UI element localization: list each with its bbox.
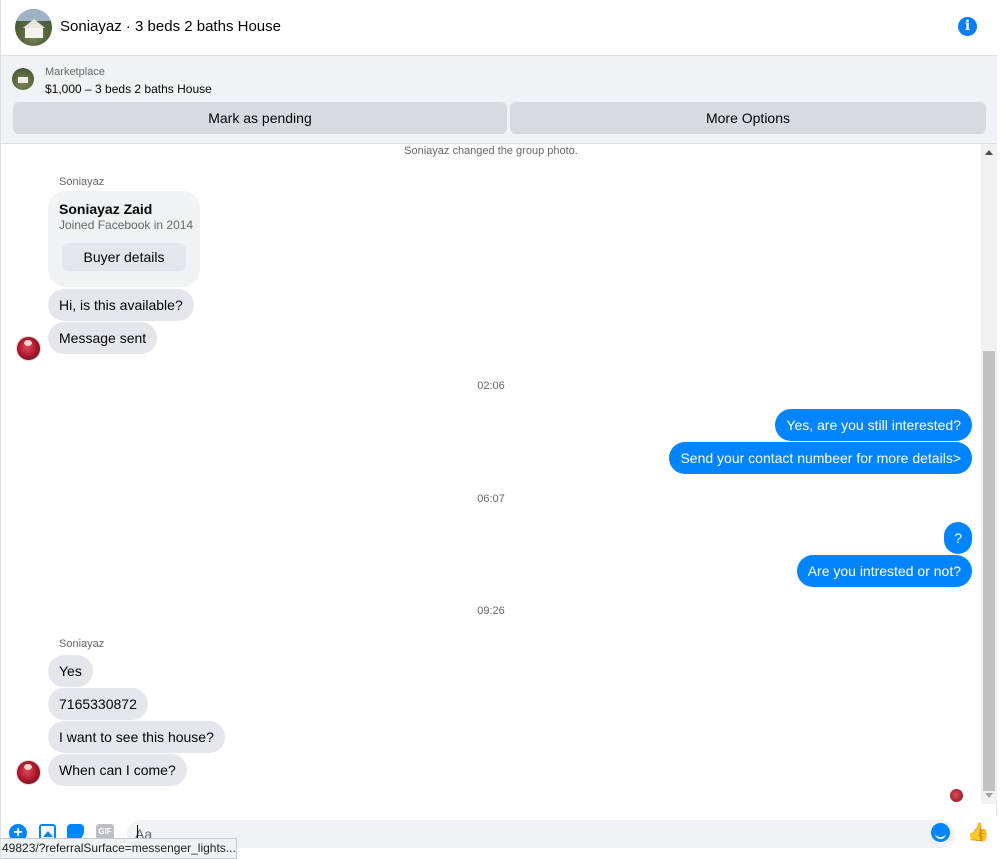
conversation-header: Soniayaz · 3 beds 2 baths House i — [1, 0, 997, 56]
message-incoming[interactable]: I want to see this house? — [48, 721, 225, 753]
message-outgoing[interactable]: ? — [944, 522, 972, 554]
message-incoming[interactable]: Message sent — [48, 322, 158, 354]
message-incoming[interactable]: Yes — [48, 655, 93, 687]
message-thread[interactable]: Soniayaz changed the group photo. Soniay… — [1, 144, 981, 816]
messenger-window: Soniayaz · 3 beds 2 baths House i Market… — [0, 0, 997, 859]
more-options-button[interactable]: More Options — [510, 102, 986, 134]
timestamp: 02:06 — [477, 380, 505, 392]
listing-avatar[interactable] — [15, 9, 52, 46]
message-incoming[interactable]: Hi, is this available? — [48, 289, 194, 321]
status-bar-url: 49823/?referralSurface=messenger_lights.… — [1, 838, 237, 859]
mark-as-pending-button[interactable]: Mark as pending — [13, 102, 507, 134]
contact-avatar[interactable] — [16, 760, 41, 785]
message-outgoing[interactable]: Send your contact numbeer for more detai… — [669, 442, 972, 474]
contact-avatar[interactable] — [16, 336, 41, 361]
message-outgoing[interactable]: Are you intrested or not? — [796, 555, 972, 587]
scroll-up-arrow-icon[interactable] — [985, 150, 993, 155]
buyer-details-button[interactable]: Buyer details — [62, 243, 186, 271]
message-incoming[interactable]: When can I come? — [48, 754, 187, 786]
buyer-card: Soniayaz Zaid Joined Facebook in 2014 Bu… — [48, 191, 200, 287]
timestamp: 06:07 — [477, 493, 505, 505]
system-notice: Soniayaz changed the group photo. — [404, 145, 578, 157]
marketplace-banner: Marketplace $1,000 – 3 beds 2 baths Hous… — [1, 56, 997, 144]
scrollbar-thumb[interactable] — [983, 351, 995, 791]
buyer-joined: Joined Facebook in 2014 — [59, 218, 194, 232]
emoji-icon[interactable] — [931, 823, 950, 842]
listing-price-title[interactable]: $1,000 – 3 beds 2 baths House — [45, 82, 212, 96]
sender-name: Soniayaz — [59, 176, 105, 188]
scroll-down-arrow-icon[interactable] — [985, 793, 993, 798]
info-icon[interactable]: i — [958, 17, 977, 36]
message-input[interactable] — [127, 820, 955, 848]
message-outgoing[interactable]: Yes, are you still interested? — [775, 409, 972, 441]
chat-scrollbar[interactable] — [981, 144, 997, 804]
message-incoming[interactable]: 7165330872 — [48, 688, 148, 720]
like-thumbs-up-icon[interactable]: 👍 — [967, 822, 989, 842]
listing-thumbnail[interactable] — [12, 68, 34, 90]
conversation-title[interactable]: Soniayaz · 3 beds 2 baths House — [60, 18, 281, 35]
seen-indicator-avatar — [950, 789, 963, 802]
buyer-name: Soniayaz Zaid — [59, 201, 153, 217]
timestamp: 09:26 — [477, 605, 505, 617]
marketplace-label: Marketplace — [45, 66, 105, 78]
sender-name: Soniayaz — [59, 638, 105, 650]
